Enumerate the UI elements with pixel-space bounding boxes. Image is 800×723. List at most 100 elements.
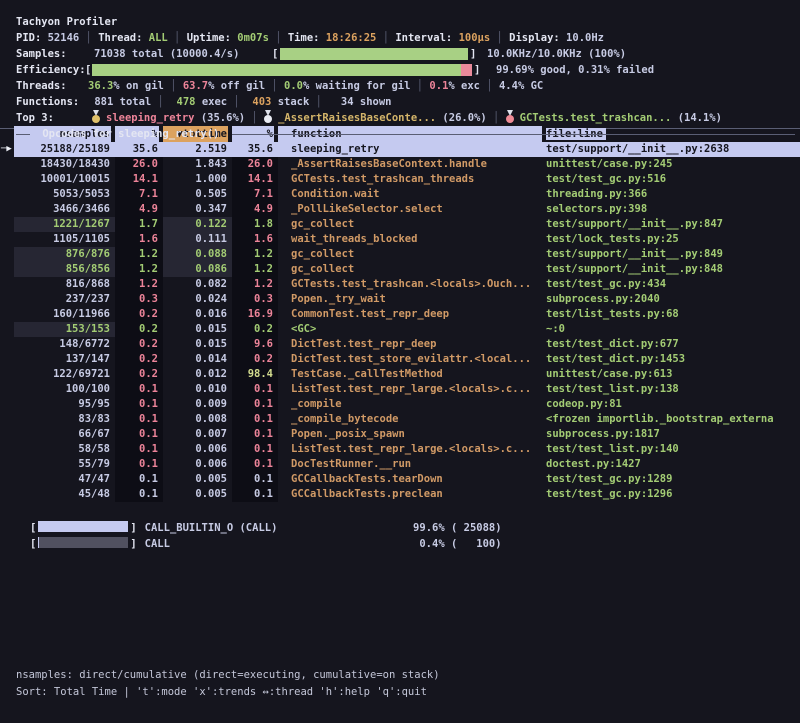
bronze-medal-icon [506,110,515,123]
cell-tottime-pct: 1.2 [115,247,163,262]
opcode-name: CALL [137,537,399,552]
separator: │ [79,32,98,44]
cell-nsamples: 816/868 [14,277,115,292]
row-gutter [0,397,14,412]
table-row[interactable]: 66/670.10.0070.1Popen._posix_spawnsubpro… [0,427,800,442]
table-row[interactable]: 47/470.10.0050.1GCCallbackTests.tearDown… [0,472,800,487]
cell-nsamples: 47/47 [14,472,115,487]
cell-cumtime-pct: 0.1 [232,472,278,487]
table-row[interactable]: 55/790.10.0060.1DocTestRunner.__rundocte… [0,457,800,472]
table-row[interactable]: 237/2370.30.0240.3Popen._try_waitsubproc… [0,292,800,307]
efficiency-bar-failed [461,64,472,76]
cell-nsamples: 856/856 [14,262,115,277]
cell-tottime: 0.347 [163,202,232,217]
table-row[interactable]: 153/1530.20.0150.2<GC>~:0 [0,322,800,337]
cell-nsamples: 10001/10015 [14,172,115,187]
cell-function: DictTest.test_store_evilattr.<local... [278,352,546,367]
top3-label: Top 3: [16,110,54,126]
functions-stats: 881 total │ 478 exec │ 403 stack │ 34 sh… [88,94,392,110]
cell-nsamples: 148/6772 [14,337,115,352]
opcode-bar [38,521,128,532]
cell-tottime-pct: 4.9 [115,202,163,217]
cell-function: GCTests.test_trashcan_threads [278,172,546,187]
opcodes-title: Opcodes for sleeping_retry() [36,126,226,142]
function-stat-value: 34 [328,96,353,108]
table-row[interactable]: 5053/50537.10.5057.1Condition.waitthread… [0,187,800,202]
cell-file-line: test/test_gc.py:1289 [546,472,800,487]
cell-cumtime-pct: 0.1 [232,442,278,457]
cell-tottime-pct: 35.6 [115,142,163,157]
table-row[interactable]: 95/950.10.0090.1_compilecodeop.py:81 [0,397,800,412]
cell-nsamples: 237/237 [14,292,115,307]
cell-cumtime-pct: 1.6 [232,232,278,247]
cell-cumtime-pct: 0.1 [232,427,278,442]
thread-stat-text: % waiting for gil [303,80,410,92]
table-row[interactable]: 122/697210.20.01298.4TestCase._callTestM… [0,367,800,382]
row-gutter [0,262,14,277]
row-gutter [0,157,14,172]
row-gutter [0,367,14,382]
table-row[interactable]: 45/480.10.0050.1GCCallbackTests.preclean… [0,487,800,502]
cell-file-line: subprocess.py:1817 [546,427,800,442]
table-row[interactable]: 3466/34664.90.3474.9_PollLikeSelector.se… [0,202,800,217]
table-row[interactable]: 10001/1001514.11.00014.1GCTests.test_tra… [0,172,800,187]
table-row[interactable]: 816/8681.20.0821.2GCTests.test_trashcan.… [0,277,800,292]
separator: │ [168,32,187,44]
table-row[interactable]: 25188/2518935.62.51935.6sleeping_retryte… [0,142,800,157]
cell-function: <GC> [278,322,546,337]
samples-rate-bar-fill [280,48,468,60]
cell-cumtime-pct: 26.0 [232,157,278,172]
cell-tottime: 0.111 [163,232,232,247]
row-gutter [0,322,14,337]
table-row[interactable]: 148/67720.20.0159.6DictTest.test_repr_de… [0,337,800,352]
table-row[interactable]: 58/580.10.0060.1ListTest.test_repr_large… [0,442,800,457]
cell-file-line: test/lock_tests.py:25 [546,232,800,247]
cell-file-line: unittest/case.py:613 [546,367,800,382]
row-gutter [0,292,14,307]
table-row[interactable]: 856/8561.20.0861.2gc_collecttest/support… [0,262,800,277]
cell-tottime: 0.088 [163,247,232,262]
thread-stat-text: % off gil [208,80,265,92]
opcode-percent: 0.4% [399,537,445,552]
table-row[interactable]: 18430/1843026.01.84326.0_AssertRaisesBas… [0,157,800,172]
opcode-bar [38,537,128,548]
cell-tottime-pct: 0.1 [115,457,163,472]
cell-function: ListTest.test_repr_large.<locals>.c... [278,382,546,397]
table-row[interactable]: 876/8761.20.0881.2gc_collecttest/support… [0,247,800,262]
top3-line: Top 3: sleeping_retry (35.6%) │ _AssertR… [0,110,800,126]
table-row[interactable]: 160/119660.20.01616.9CommonTest.test_rep… [0,307,800,322]
cell-file-line: unittest/case.py:245 [546,157,800,172]
cell-file-line: test/support/__init__.py:849 [546,247,800,262]
cell-file-line: test/test_list.py:140 [546,442,800,457]
efficiency-bar-close-bracket: ] [474,62,480,78]
table-row[interactable]: 1221/12671.70.1221.8gc_collecttest/suppo… [0,217,800,232]
cell-nsamples: 3466/3466 [14,202,115,217]
cell-tottime-pct: 14.1 [115,172,163,187]
row-gutter [0,472,14,487]
cell-nsamples: 83/83 [14,412,115,427]
top3-list: sleeping_retry (35.6%) │ _AssertRaisesBa… [92,110,722,126]
cell-cumtime-pct: 0.1 [232,412,278,427]
table-row[interactable]: 100/1000.10.0100.1ListTest.test_repr_lar… [0,382,800,397]
efficiency-line: Efficiency: [ ] 99.69% good, 0.31% faile… [0,62,800,78]
table-row[interactable]: 137/1470.20.0140.2DictTest.test_store_ev… [0,352,800,367]
cell-function: Popen._posix_spawn [278,427,546,442]
cell-function: sleeping_retry [278,142,546,157]
cell-file-line: test/test_gc.py:434 [546,277,800,292]
cell-nsamples: 5053/5053 [14,187,115,202]
separator: │ [480,80,499,92]
row-gutter [0,247,14,262]
table-row[interactable]: 83/830.10.0080.1_compile_bytecode<frozen… [0,412,800,427]
cell-tottime-pct: 0.1 [115,427,163,442]
cell-nsamples: 66/67 [14,427,115,442]
silver-medal-icon [264,110,273,123]
footer-nsamples-help: nsamples: direct/cumulative (direct=exec… [16,667,440,684]
separator: │ [490,32,509,44]
functions-line: Functions: 881 total │ 478 exec │ 403 st… [0,94,800,110]
samples-rate-text: 10.0KHz/10.0KHz (100%) [487,46,626,62]
status-label: Thread: [98,32,149,44]
cell-tottime-pct: 0.1 [115,442,163,457]
cell-tottime: 2.519 [163,142,232,157]
table-row[interactable]: 1105/11051.60.1111.6wait_threads_blocked… [0,232,800,247]
cell-function: ListTest.test_repr_large.<locals>.c... [278,442,546,457]
